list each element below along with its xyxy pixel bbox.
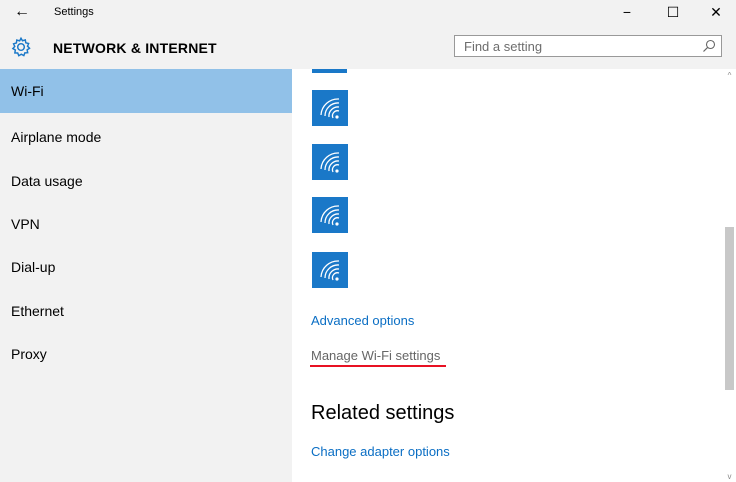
wifi-network-tile-partial[interactable]	[312, 69, 347, 73]
scrollbar[interactable]: ^ v	[723, 69, 736, 482]
sidebar-item-airplane-mode[interactable]: Airplane mode	[0, 115, 292, 159]
sidebar-item-data-usage[interactable]: Data usage	[0, 159, 292, 203]
title-bar: ← Settings − ☐ ✕	[0, 0, 736, 24]
back-arrow-icon: ←	[14, 3, 30, 20]
highlight-underline	[310, 365, 446, 367]
back-button[interactable]: ←	[8, 0, 36, 24]
sidebar-item-wifi[interactable]: Wi-Fi	[0, 69, 292, 113]
scroll-down-arrow-icon[interactable]: v	[723, 471, 736, 481]
sidebar-item-ethernet[interactable]: Ethernet	[0, 289, 292, 333]
sidebar-item-proxy[interactable]: Proxy	[0, 332, 292, 376]
minimize-icon: −	[622, 4, 632, 20]
wifi-icon	[320, 98, 340, 119]
window-title: Settings	[54, 6, 94, 18]
page-title: NETWORK & INTERNET	[53, 40, 217, 56]
main-content: Advanced options Manage Wi-Fi settings R…	[292, 69, 736, 482]
page-header: NETWORK & INTERNET Find a setting	[0, 24, 736, 69]
close-icon: ✕	[710, 3, 722, 20]
wifi-network-tile[interactable]	[312, 90, 348, 126]
wifi-icon	[320, 260, 340, 281]
sidebar: Wi-Fi Airplane mode Data usage VPN Dial-…	[0, 69, 292, 482]
gear-icon	[11, 36, 31, 57]
sidebar-item-label: Proxy	[11, 346, 47, 362]
scrollbar-thumb[interactable]	[725, 227, 734, 390]
sidebar-item-label: Wi-Fi	[11, 83, 44, 99]
wifi-icon	[320, 152, 340, 173]
manage-wifi-settings-link[interactable]: Manage Wi-Fi settings	[311, 348, 440, 363]
close-button[interactable]: ✕	[693, 0, 736, 24]
scroll-up-arrow-icon[interactable]: ^	[723, 70, 736, 80]
sidebar-item-label: VPN	[11, 216, 40, 232]
minimize-button[interactable]: −	[604, 0, 650, 24]
sidebar-item-label: Airplane mode	[11, 129, 102, 145]
maximize-button[interactable]: ☐	[650, 0, 696, 24]
sidebar-item-label: Data usage	[11, 173, 83, 189]
wifi-network-tile[interactable]	[312, 197, 348, 233]
maximize-icon: ☐	[666, 3, 680, 20]
sidebar-item-label: Ethernet	[11, 303, 64, 319]
change-adapter-options-link[interactable]: Change adapter options	[311, 444, 450, 459]
search-icon[interactable]	[702, 39, 716, 53]
wifi-network-tile[interactable]	[312, 252, 348, 288]
related-settings-heading: Related settings	[311, 402, 455, 424]
advanced-options-link[interactable]: Advanced options	[311, 313, 414, 328]
search-input[interactable]: Find a setting	[454, 35, 722, 57]
sidebar-item-vpn[interactable]: VPN	[0, 202, 292, 246]
sidebar-item-label: Dial-up	[11, 259, 56, 275]
wifi-icon	[320, 205, 340, 226]
sidebar-item-dial-up[interactable]: Dial-up	[0, 245, 292, 289]
search-placeholder: Find a setting	[464, 39, 543, 54]
wifi-network-tile[interactable]	[312, 144, 348, 180]
